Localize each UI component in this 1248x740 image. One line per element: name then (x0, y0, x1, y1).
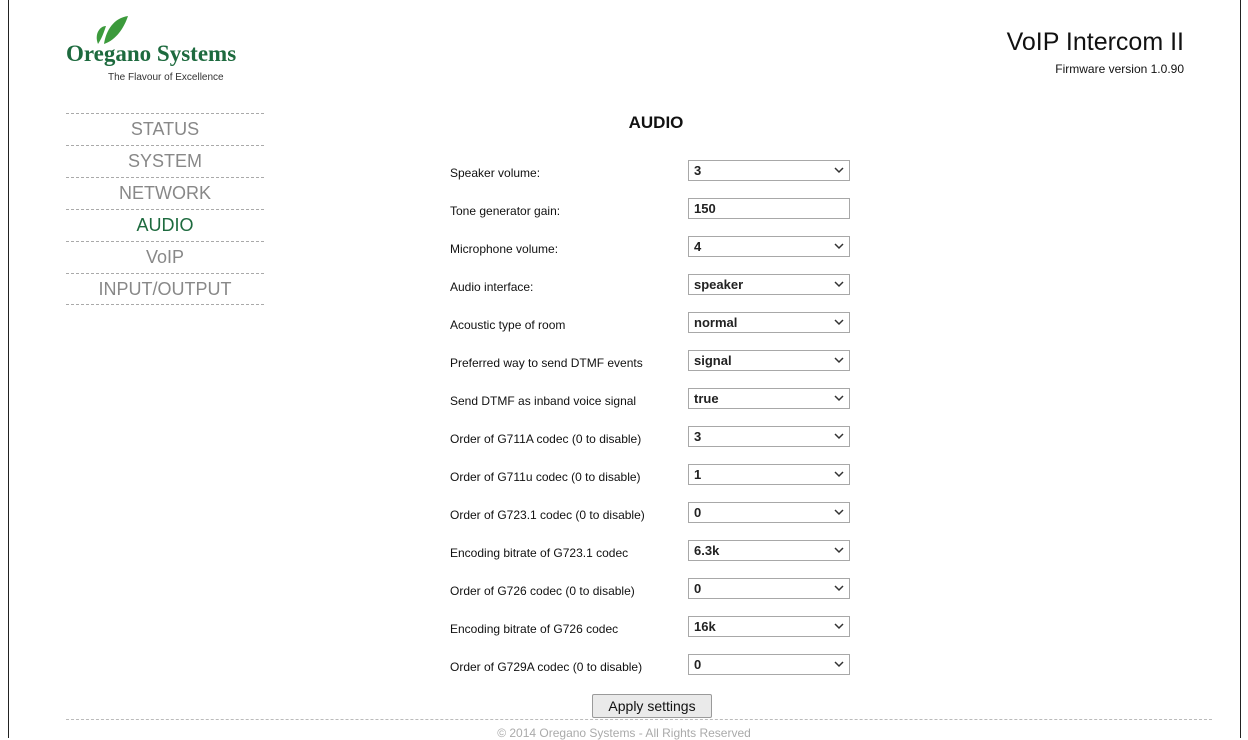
chevron-down-icon (834, 433, 844, 440)
sidebar-menu: STATUS SYSTEM NETWORK AUDIO VoIP INPUT/O… (66, 113, 264, 305)
g7231-bitrate-select[interactable]: 6.3k (688, 540, 850, 561)
select-value: 3 (694, 429, 702, 444)
menu-item-status[interactable]: STATUS (66, 113, 264, 145)
select-value: 0 (694, 657, 702, 672)
menu-item-voip[interactable]: VoIP (66, 241, 264, 273)
footer-divider (66, 719, 1212, 720)
select-value: 4 (694, 239, 702, 254)
field-label: Preferred way to send DTMF events (450, 356, 643, 370)
field-label: Encoding bitrate of G723.1 codec (450, 546, 629, 560)
field-label: Speaker volume: (450, 166, 541, 180)
field-label: Encoding bitrate of G726 codec (450, 622, 619, 636)
g711a-order-select[interactable]: 3 (688, 426, 850, 447)
field-row-g711a-order: Order of G711A codec (0 to disable) 3 (450, 419, 860, 457)
menu-item-network[interactable]: NETWORK (66, 177, 264, 209)
chevron-down-icon (834, 319, 844, 326)
select-value: signal (694, 353, 732, 368)
select-value: normal (694, 315, 738, 330)
audio-interface-select[interactable]: speaker (688, 274, 850, 295)
select-value: 16k (694, 619, 716, 634)
field-row-g7231-order: Order of G723.1 codec (0 to disable) 0 (450, 495, 860, 533)
microphone-volume-select[interactable]: 4 (688, 236, 850, 257)
page-title: AUDIO (628, 113, 684, 132)
menu-item-audio[interactable]: AUDIO (66, 209, 264, 241)
chevron-down-icon (834, 281, 844, 288)
select-value: 6.3k (694, 543, 720, 558)
brand-tagline: The Flavour of Excellence (108, 72, 224, 83)
brand-logo[interactable]: Oregano Systems The Flavour of Excellenc… (66, 14, 286, 94)
chevron-down-icon (834, 357, 844, 364)
select-value: true (694, 391, 719, 406)
field-row-g711u-order: Order of G711u codec (0 to disable) 1 (450, 457, 860, 495)
menu-item-input-output[interactable]: INPUT/OUTPUT (66, 273, 264, 305)
field-label: Send DTMF as inband voice signal (450, 394, 637, 408)
field-label: Order of G726 codec (0 to disable) (450, 584, 635, 598)
chevron-down-icon (834, 243, 844, 250)
field-label: Audio interface: (450, 280, 534, 294)
product-title: VoIP Intercom II (1006, 28, 1184, 56)
apply-settings-button[interactable]: Apply settings (592, 694, 712, 718)
chevron-down-icon (834, 623, 844, 630)
field-row-microphone-volume: Microphone volume: 4 (450, 229, 860, 267)
field-label: Order of G729A codec (0 to disable) (450, 660, 643, 674)
select-value: 0 (694, 505, 702, 520)
chevron-down-icon (834, 585, 844, 592)
tone-generator-gain-input[interactable]: 150 (688, 198, 850, 219)
select-value: 0 (694, 581, 702, 596)
dtmf-inband-select[interactable]: true (688, 388, 850, 409)
field-row-dtmf-inband: Send DTMF as inband voice signal true (450, 381, 860, 419)
brand-name: Oregano Systems (66, 41, 237, 66)
select-value: 1 (694, 467, 702, 482)
chevron-down-icon (834, 661, 844, 668)
field-label: Microphone volume: (450, 242, 559, 256)
field-label: Acoustic type of room (450, 318, 566, 332)
menu-item-system[interactable]: SYSTEM (66, 145, 264, 177)
audio-settings-form: Speaker volume: 3 Tone generator gain: 1… (450, 153, 860, 685)
window-right-border (1240, 0, 1241, 738)
acoustic-type-select[interactable]: normal (688, 312, 850, 333)
g7231-order-select[interactable]: 0 (688, 502, 850, 523)
select-value: 3 (694, 163, 702, 178)
window-left-border (8, 0, 9, 738)
field-row-audio-interface: Audio interface: speaker (450, 267, 860, 305)
chevron-down-icon (834, 547, 844, 554)
field-label: Order of G711u codec (0 to disable) (450, 470, 641, 484)
field-label: Tone generator gain: (450, 204, 561, 218)
g726-order-select[interactable]: 0 (688, 578, 850, 599)
field-label: Order of G723.1 codec (0 to disable) (450, 508, 645, 522)
field-row-g7231-bitrate: Encoding bitrate of G723.1 codec 6.3k (450, 533, 860, 571)
chevron-down-icon (834, 471, 844, 478)
input-value: 150 (694, 201, 716, 216)
field-row-tone-generator-gain: Tone generator gain: 150 (450, 191, 860, 229)
chevron-down-icon (834, 395, 844, 402)
chevron-down-icon (834, 167, 844, 174)
field-row-g726-bitrate: Encoding bitrate of G726 codec 16k (450, 609, 860, 647)
g726-bitrate-select[interactable]: 16k (688, 616, 850, 637)
g711u-order-select[interactable]: 1 (688, 464, 850, 485)
field-row-speaker-volume: Speaker volume: 3 (450, 153, 860, 191)
chevron-down-icon (834, 509, 844, 516)
field-row-g729a-order: Order of G729A codec (0 to disable) 0 (450, 647, 860, 685)
field-label: Order of G711A codec (0 to disable) (450, 432, 642, 446)
speaker-volume-select[interactable]: 3 (688, 160, 850, 181)
field-row-g726-order: Order of G726 codec (0 to disable) 0 (450, 571, 860, 609)
firmware-version: Firmware version 1.0.90 (1055, 62, 1184, 76)
dtmf-method-select[interactable]: signal (688, 350, 850, 371)
g729a-order-select[interactable]: 0 (688, 654, 850, 675)
select-value: speaker (694, 277, 744, 292)
field-row-acoustic-type: Acoustic type of room normal (450, 305, 860, 343)
field-row-dtmf-method: Preferred way to send DTMF events signal (450, 343, 860, 381)
